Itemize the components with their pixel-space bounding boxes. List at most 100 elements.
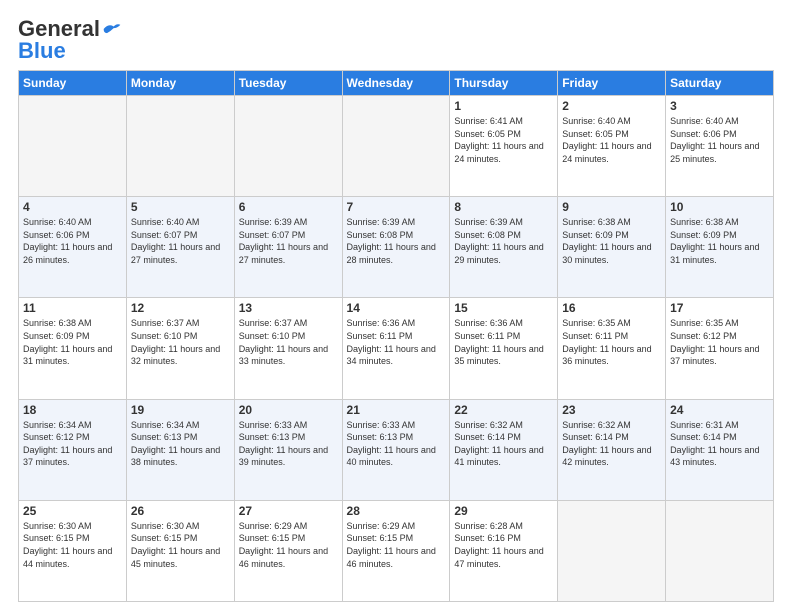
week-row-1: 1 Sunrise: 6:41 AM Sunset: 6:05 PM Daylig…	[19, 96, 774, 197]
day-info: Sunrise: 6:38 AM Sunset: 6:09 PM Dayligh…	[670, 216, 769, 266]
calendar-cell: 3 Sunrise: 6:40 AM Sunset: 6:06 PM Daylig…	[666, 96, 774, 197]
day-number: 5	[131, 200, 230, 214]
day-number: 14	[347, 301, 446, 315]
day-info: Sunrise: 6:29 AM Sunset: 6:15 PM Dayligh…	[239, 520, 338, 570]
col-header-thursday: Thursday	[450, 71, 558, 96]
day-number: 1	[454, 99, 553, 113]
calendar-cell	[234, 96, 342, 197]
calendar-cell: 21 Sunrise: 6:33 AM Sunset: 6:13 PM Dayli…	[342, 399, 450, 500]
day-number: 17	[670, 301, 769, 315]
col-header-saturday: Saturday	[666, 71, 774, 96]
col-header-sunday: Sunday	[19, 71, 127, 96]
day-info: Sunrise: 6:41 AM Sunset: 6:05 PM Dayligh…	[454, 115, 553, 165]
calendar-cell: 9 Sunrise: 6:38 AM Sunset: 6:09 PM Daylig…	[558, 197, 666, 298]
day-number: 20	[239, 403, 338, 417]
day-number: 19	[131, 403, 230, 417]
day-info: Sunrise: 6:39 AM Sunset: 6:08 PM Dayligh…	[454, 216, 553, 266]
calendar-cell: 15 Sunrise: 6:36 AM Sunset: 6:11 PM Dayli…	[450, 298, 558, 399]
calendar-cell: 8 Sunrise: 6:39 AM Sunset: 6:08 PM Daylig…	[450, 197, 558, 298]
day-info: Sunrise: 6:40 AM Sunset: 6:06 PM Dayligh…	[670, 115, 769, 165]
day-number: 29	[454, 504, 553, 518]
day-number: 24	[670, 403, 769, 417]
calendar-cell: 25 Sunrise: 6:30 AM Sunset: 6:15 PM Dayli…	[19, 500, 127, 601]
day-info: Sunrise: 6:38 AM Sunset: 6:09 PM Dayligh…	[562, 216, 661, 266]
calendar-cell: 17 Sunrise: 6:35 AM Sunset: 6:12 PM Dayli…	[666, 298, 774, 399]
day-number: 22	[454, 403, 553, 417]
col-header-tuesday: Tuesday	[234, 71, 342, 96]
calendar-cell: 29 Sunrise: 6:28 AM Sunset: 6:16 PM Dayli…	[450, 500, 558, 601]
logo-text: General	[18, 18, 100, 40]
day-info: Sunrise: 6:30 AM Sunset: 6:15 PM Dayligh…	[23, 520, 122, 570]
calendar-cell: 5 Sunrise: 6:40 AM Sunset: 6:07 PM Daylig…	[126, 197, 234, 298]
calendar-cell	[558, 500, 666, 601]
day-number: 28	[347, 504, 446, 518]
calendar-cell	[126, 96, 234, 197]
calendar-cell: 2 Sunrise: 6:40 AM Sunset: 6:05 PM Daylig…	[558, 96, 666, 197]
day-info: Sunrise: 6:36 AM Sunset: 6:11 PM Dayligh…	[454, 317, 553, 367]
day-info: Sunrise: 6:34 AM Sunset: 6:13 PM Dayligh…	[131, 419, 230, 469]
calendar-cell: 26 Sunrise: 6:30 AM Sunset: 6:15 PM Dayli…	[126, 500, 234, 601]
week-row-5: 25 Sunrise: 6:30 AM Sunset: 6:15 PM Dayli…	[19, 500, 774, 601]
calendar-cell	[342, 96, 450, 197]
col-header-monday: Monday	[126, 71, 234, 96]
calendar-page: General Blue SundayMondayTuesdayWednesda…	[0, 0, 792, 612]
calendar-cell: 20 Sunrise: 6:33 AM Sunset: 6:13 PM Dayli…	[234, 399, 342, 500]
day-info: Sunrise: 6:33 AM Sunset: 6:13 PM Dayligh…	[239, 419, 338, 469]
logo-bird-icon	[102, 21, 122, 37]
day-info: Sunrise: 6:36 AM Sunset: 6:11 PM Dayligh…	[347, 317, 446, 367]
day-number: 9	[562, 200, 661, 214]
day-info: Sunrise: 6:38 AM Sunset: 6:09 PM Dayligh…	[23, 317, 122, 367]
calendar-cell: 23 Sunrise: 6:32 AM Sunset: 6:14 PM Dayli…	[558, 399, 666, 500]
day-info: Sunrise: 6:39 AM Sunset: 6:07 PM Dayligh…	[239, 216, 338, 266]
logo-blue: Blue	[18, 40, 66, 62]
day-number: 26	[131, 504, 230, 518]
header: General Blue	[18, 18, 774, 62]
col-header-friday: Friday	[558, 71, 666, 96]
calendar-cell	[666, 500, 774, 601]
calendar-cell: 16 Sunrise: 6:35 AM Sunset: 6:11 PM Dayli…	[558, 298, 666, 399]
calendar-cell: 24Sunrise: 6:31 AM Sunset: 6:14 PM Dayli…	[666, 399, 774, 500]
week-row-2: 4 Sunrise: 6:40 AM Sunset: 6:06 PM Daylig…	[19, 197, 774, 298]
day-info: Sunrise: 6:33 AM Sunset: 6:13 PM Dayligh…	[347, 419, 446, 469]
day-info: Sunrise: 6:32 AM Sunset: 6:14 PM Dayligh…	[454, 419, 553, 469]
calendar-cell: 11 Sunrise: 6:38 AM Sunset: 6:09 PM Dayli…	[19, 298, 127, 399]
calendar-cell: 1 Sunrise: 6:41 AM Sunset: 6:05 PM Daylig…	[450, 96, 558, 197]
day-number: 15	[454, 301, 553, 315]
day-number: 23	[562, 403, 661, 417]
day-info: Sunrise: 6:35 AM Sunset: 6:11 PM Dayligh…	[562, 317, 661, 367]
day-number: 18	[23, 403, 122, 417]
day-info: Sunrise: 6:37 AM Sunset: 6:10 PM Dayligh…	[131, 317, 230, 367]
week-row-3: 11 Sunrise: 6:38 AM Sunset: 6:09 PM Dayli…	[19, 298, 774, 399]
calendar-cell: 4 Sunrise: 6:40 AM Sunset: 6:06 PM Daylig…	[19, 197, 127, 298]
day-number: 21	[347, 403, 446, 417]
day-info: Sunrise: 6:28 AM Sunset: 6:16 PM Dayligh…	[454, 520, 553, 570]
calendar-cell: 28Sunrise: 6:29 AM Sunset: 6:15 PM Dayli…	[342, 500, 450, 601]
calendar-cell: 10 Sunrise: 6:38 AM Sunset: 6:09 PM Dayli…	[666, 197, 774, 298]
col-header-wednesday: Wednesday	[342, 71, 450, 96]
day-info: Sunrise: 6:35 AM Sunset: 6:12 PM Dayligh…	[670, 317, 769, 367]
day-number: 16	[562, 301, 661, 315]
day-info: Sunrise: 6:37 AM Sunset: 6:10 PM Dayligh…	[239, 317, 338, 367]
calendar-cell: 27Sunrise: 6:29 AM Sunset: 6:15 PM Dayli…	[234, 500, 342, 601]
day-info: Sunrise: 6:40 AM Sunset: 6:06 PM Dayligh…	[23, 216, 122, 266]
day-number: 11	[23, 301, 122, 315]
calendar-cell: 6Sunrise: 6:39 AM Sunset: 6:07 PM Daylig…	[234, 197, 342, 298]
calendar-cell: 13Sunrise: 6:37 AM Sunset: 6:10 PM Dayli…	[234, 298, 342, 399]
header-row: SundayMondayTuesdayWednesdayThursdayFrid…	[19, 71, 774, 96]
calendar-cell: 14 Sunrise: 6:36 AM Sunset: 6:11 PM Dayli…	[342, 298, 450, 399]
day-number: 12	[131, 301, 230, 315]
day-number: 10	[670, 200, 769, 214]
calendar-table: SundayMondayTuesdayWednesdayThursdayFrid…	[18, 70, 774, 602]
day-number: 4	[23, 200, 122, 214]
day-info: Sunrise: 6:40 AM Sunset: 6:05 PM Dayligh…	[562, 115, 661, 165]
day-number: 2	[562, 99, 661, 113]
week-row-4: 18Sunrise: 6:34 AM Sunset: 6:12 PM Dayli…	[19, 399, 774, 500]
day-info: Sunrise: 6:32 AM Sunset: 6:14 PM Dayligh…	[562, 419, 661, 469]
day-info: Sunrise: 6:30 AM Sunset: 6:15 PM Dayligh…	[131, 520, 230, 570]
day-number: 3	[670, 99, 769, 113]
day-number: 25	[23, 504, 122, 518]
day-info: Sunrise: 6:40 AM Sunset: 6:07 PM Dayligh…	[131, 216, 230, 266]
day-number: 8	[454, 200, 553, 214]
calendar-cell: 12 Sunrise: 6:37 AM Sunset: 6:10 PM Dayli…	[126, 298, 234, 399]
calendar-cell: 22 Sunrise: 6:32 AM Sunset: 6:14 PM Dayli…	[450, 399, 558, 500]
